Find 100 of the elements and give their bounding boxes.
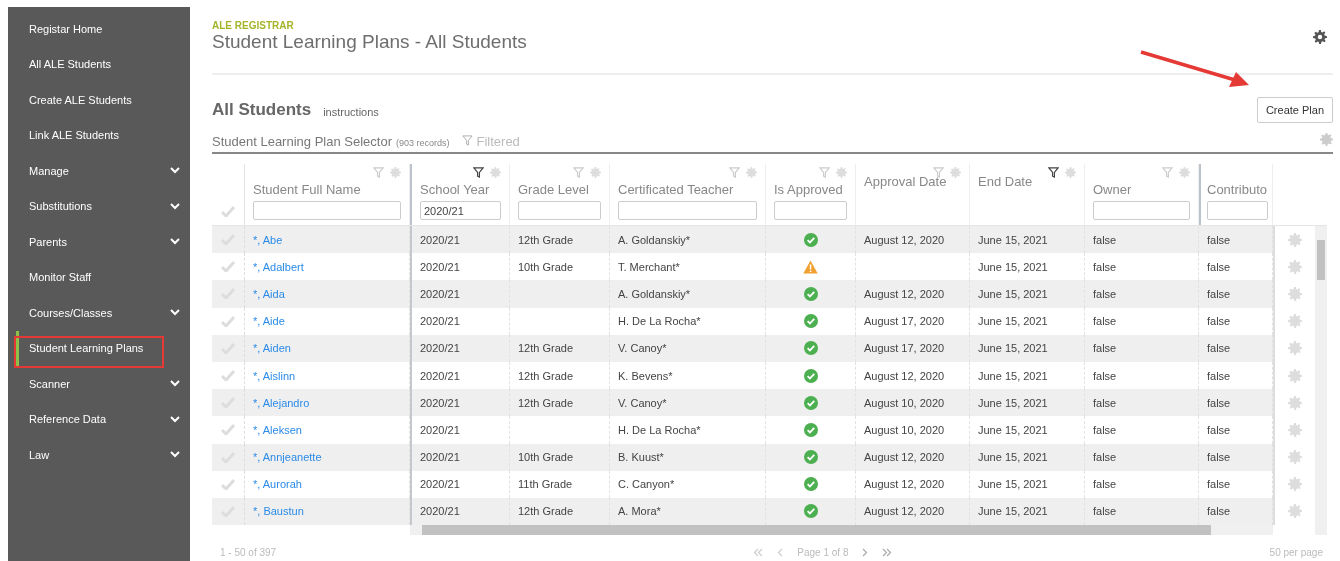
table-cell: 12th Grade — [518, 369, 574, 382]
table-cell: false — [1207, 287, 1231, 300]
vertical-scrollbar[interactable] — [1315, 226, 1327, 536]
student-link[interactable]: *, Aislinn — [253, 369, 296, 382]
chevron-down-icon — [170, 238, 180, 246]
student-link[interactable]: *, Abe — [253, 233, 283, 246]
sidebar-item[interactable]: Monitor Staff — [8, 259, 190, 295]
column-header[interactable]: School Year — [420, 182, 501, 197]
table-cell: 2020/21 — [420, 505, 460, 518]
table-cell: 2020/21 — [420, 451, 460, 464]
column-header[interactable]: Contributo — [1207, 182, 1268, 197]
check-icon[interactable] — [221, 315, 235, 327]
table-cell: August 12, 2020 — [864, 233, 945, 246]
table-cell: 10th Grade — [518, 451, 574, 464]
chevron-down-icon — [170, 380, 180, 388]
page-size-selector[interactable]: 50 per page — [1269, 547, 1323, 559]
filter-icon[interactable] — [473, 167, 484, 178]
table-cell: false — [1207, 342, 1231, 355]
table-cell: June 15, 2021 — [978, 287, 1048, 300]
filter-field[interactable] — [774, 201, 847, 220]
chevron-down-icon — [170, 309, 180, 317]
column-header[interactable]: Grade Level — [518, 182, 601, 197]
filter-field[interactable] — [1207, 201, 1268, 220]
table-cell: June 15, 2021 — [978, 505, 1048, 518]
student-link[interactable]: *, Aurorah — [253, 478, 302, 491]
column-header[interactable]: Approval Date — [864, 174, 961, 189]
student-link[interactable]: *, Baustun — [253, 505, 304, 518]
table-cell: 2020/21 — [420, 287, 460, 300]
filter-field[interactable] — [1093, 201, 1190, 220]
next-page-icon[interactable] — [862, 548, 869, 558]
page-selector[interactable]: Page 1 of 8 — [797, 547, 849, 559]
filter-field[interactable] — [253, 201, 401, 220]
student-link[interactable]: *, Aida — [253, 287, 285, 300]
table-cell: 11th Grade — [518, 478, 573, 491]
table-cell: false — [1093, 342, 1117, 355]
instructions-link[interactable]: instructions — [323, 106, 379, 118]
horizontal-scrollbar[interactable] — [410, 525, 1273, 536]
table-cell: 2020/21 — [420, 260, 460, 273]
table-cell: June 15, 2021 — [978, 423, 1048, 436]
column-header[interactable]: Student Full Name — [253, 182, 401, 197]
sidebar-item[interactable]: Reference Data — [8, 401, 190, 437]
record-count: (903 records) — [395, 138, 450, 148]
check-icon[interactable] — [221, 261, 235, 273]
sidebar-item[interactable]: Courses/Classes — [8, 295, 190, 331]
selector-title: Student Learning Plan Selector — [212, 134, 392, 149]
column-header[interactable]: Is Approved — [774, 182, 847, 197]
table-cell: A. Goldanskiy* — [618, 233, 691, 246]
table-cell: June 15, 2021 — [978, 315, 1048, 328]
check-icon[interactable] — [221, 370, 235, 382]
table-cell: T. Merchant* — [618, 260, 680, 273]
column-header[interactable]: End Date — [978, 174, 1076, 189]
table-cell: A. Goldanskiy* — [618, 287, 691, 300]
student-link[interactable]: *, Aiden — [253, 342, 291, 355]
table-cell: C. Canyon* — [618, 478, 675, 491]
student-link[interactable]: *, Annjeanette — [253, 451, 322, 464]
previous-page-icon[interactable] — [777, 548, 784, 558]
sidebar-item[interactable]: Registar Home — [8, 11, 190, 47]
table-cell: false — [1207, 423, 1231, 436]
sidebar-item[interactable]: Student Learning Plans — [16, 330, 190, 366]
table-cell: 12th Grade — [518, 233, 574, 246]
table-cell: June 15, 2021 — [978, 342, 1048, 355]
sidebar-item[interactable]: All ALE Students — [8, 46, 190, 82]
table-cell: false — [1093, 315, 1117, 328]
sidebar-item[interactable]: Substitutions — [8, 188, 190, 224]
table-cell: false — [1207, 478, 1231, 491]
filter-icon[interactable] — [1048, 167, 1059, 178]
table-cell: false — [1093, 369, 1117, 382]
filter-field[interactable] — [518, 201, 601, 220]
column-header[interactable]: Certificated Teacher — [618, 182, 757, 197]
filter-field[interactable]: 2020/21 — [420, 201, 501, 220]
sidebar-item[interactable]: Parents — [8, 224, 190, 260]
table-cell: false — [1207, 233, 1231, 246]
chevron-down-icon — [170, 415, 180, 423]
student-link[interactable]: *, Aide — [253, 315, 285, 328]
sidebar-item[interactable]: Create ALE Students — [8, 82, 190, 118]
settings-icon[interactable] — [1313, 29, 1327, 44]
table-cell: August 10, 2020 — [864, 423, 945, 436]
table-cell: August 17, 2020 — [864, 342, 945, 355]
sidebar-item[interactable]: Law — [8, 437, 190, 473]
table-cell: August 17, 2020 — [864, 315, 945, 328]
check-icon[interactable] — [221, 478, 235, 490]
table-cell: H. De La Rocha* — [618, 315, 701, 328]
last-page-icon[interactable] — [882, 548, 893, 558]
student-link[interactable]: *, Alejandro — [253, 396, 310, 409]
student-link[interactable]: *, Aleksen — [253, 423, 302, 436]
check-icon[interactable] — [221, 206, 235, 217]
create-plan-button[interactable]: Create Plan — [1256, 97, 1333, 123]
filter-field[interactable] — [618, 201, 757, 220]
sidebar-item[interactable]: Scanner — [8, 366, 190, 402]
first-page-icon[interactable] — [753, 548, 764, 558]
check-icon[interactable] — [221, 424, 235, 436]
student-link[interactable]: *, Adalbert — [253, 260, 304, 273]
table-cell: V. Canoy* — [618, 396, 667, 409]
table-cell: August 12, 2020 — [864, 287, 945, 300]
table-cell: June 15, 2021 — [978, 451, 1048, 464]
table-cell: false — [1207, 396, 1231, 409]
column-header[interactable]: Owner — [1093, 182, 1190, 197]
sidebar-item[interactable]: Manage — [8, 153, 190, 189]
sidebar-item[interactable]: Link ALE Students — [8, 117, 190, 153]
filter-icon — [461, 135, 473, 146]
